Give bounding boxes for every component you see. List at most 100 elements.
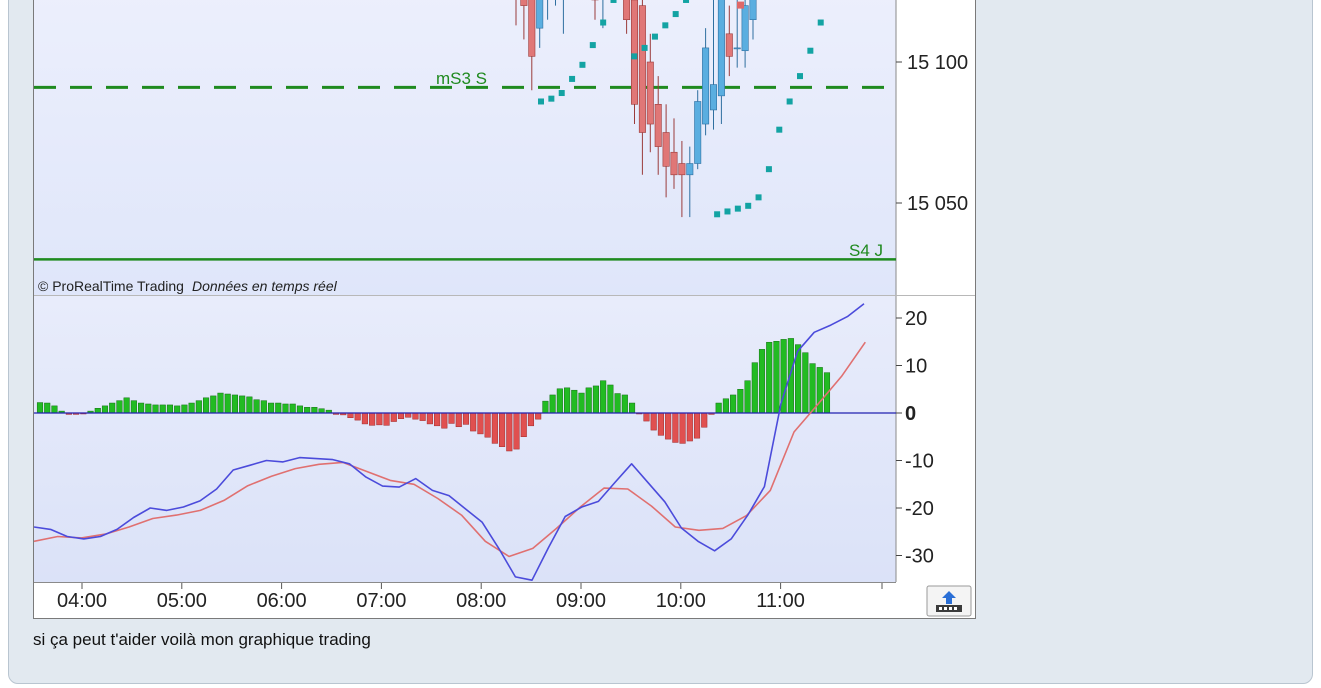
time-tick-label: 08:00 — [456, 590, 506, 612]
candle-body — [536, 0, 544, 29]
candle-body — [725, 33, 733, 57]
macd-histogram-bar — [405, 412, 412, 418]
sar-point — [755, 194, 762, 201]
macd-histogram-bar — [51, 405, 58, 414]
macd-histogram-bar — [506, 412, 513, 452]
sar-point — [776, 126, 783, 133]
price-marker — [737, 1, 744, 9]
candle-body — [528, 0, 536, 57]
macd-histogram-bar — [116, 400, 123, 414]
macd-histogram-bar — [94, 408, 101, 414]
sar-point — [807, 47, 814, 54]
time-tick-label: 10:00 — [656, 590, 706, 612]
candle-body — [702, 47, 710, 125]
macd-histogram-bar — [499, 412, 506, 447]
candle-body — [694, 101, 702, 164]
macd-histogram-bar — [751, 362, 758, 414]
macd-histogram-bar — [766, 341, 773, 414]
candle-body — [623, 0, 631, 20]
macd-histogram-bar — [628, 402, 636, 414]
macd-histogram-bar — [614, 393, 621, 414]
macd-tick-label: -30 — [905, 546, 934, 568]
macd-histogram-bar — [701, 412, 708, 428]
macd-histogram-bar — [347, 412, 354, 418]
macd-histogram-bar — [535, 412, 542, 420]
macd-histogram-bar — [585, 387, 592, 414]
macd-histogram-bar — [138, 402, 145, 414]
macd-histogram-bar — [491, 412, 498, 444]
macd-histogram-bar — [462, 412, 470, 425]
candle-body — [717, 0, 725, 97]
macd-histogram-bar — [816, 367, 823, 414]
macd-histogram-bar — [679, 412, 686, 444]
macd-histogram-bar — [650, 412, 657, 431]
macd-histogram-bar — [174, 405, 181, 414]
macd-histogram-bar — [130, 400, 137, 414]
macd-histogram-bar — [246, 396, 253, 414]
sar-point — [786, 98, 793, 105]
sar-point — [683, 0, 690, 3]
macd-histogram-bar — [621, 394, 628, 414]
time-tick-label: 07:00 — [356, 590, 406, 612]
post-container: 15 100 15 050 20 10 0 -10 -20 -30 04:00 05:00 06:0… — [8, 0, 1313, 684]
sar-point — [672, 11, 679, 18]
macd-histogram-bar — [802, 352, 809, 414]
macd-histogram-bar — [773, 341, 780, 414]
sar-point — [651, 33, 658, 40]
macd-histogram-bar — [665, 412, 672, 440]
macd-histogram-bar — [166, 404, 174, 414]
macd-histogram-bar — [527, 412, 535, 427]
macd-histogram-bar — [564, 387, 571, 414]
macd-histogram-bar — [152, 404, 159, 414]
macd-tick-label: -10 — [905, 451, 934, 473]
candle-body — [686, 163, 694, 176]
macd-histogram-bar — [571, 389, 578, 414]
macd-histogram-bar — [441, 412, 448, 429]
sar-point — [589, 42, 596, 49]
time-tick-label: 11:00 — [756, 590, 805, 612]
macd-panel[interactable] — [34, 296, 896, 582]
sar-point — [734, 205, 741, 212]
macd-histogram-bar — [304, 407, 311, 414]
macd-histogram-bar — [693, 412, 701, 439]
macd-histogram-bar — [145, 403, 152, 414]
macd-histogram-bar — [787, 338, 794, 414]
macd-histogram-bar — [239, 395, 246, 414]
macd-histogram-bar — [195, 400, 202, 414]
macd-histogram-bar — [513, 412, 520, 450]
macd-histogram-bar — [354, 412, 361, 421]
macd-histogram-bar — [412, 412, 419, 420]
macd-histogram-bar — [267, 402, 275, 414]
macd-histogram-bar — [109, 402, 116, 414]
candle-body — [749, 0, 757, 20]
macd-histogram-bar — [101, 405, 109, 414]
credit-realtime: Données en temps réel — [192, 278, 338, 294]
macd-tick-label: 0 — [905, 403, 916, 425]
sar-point — [548, 95, 555, 102]
candle-body — [678, 163, 686, 176]
sar-point — [745, 202, 752, 209]
macd-histogram-bar — [426, 412, 433, 425]
sar-point — [610, 0, 617, 3]
price-panel[interactable] — [34, 0, 896, 295]
export-button[interactable] — [926, 585, 972, 617]
macd-histogram-bar — [686, 412, 693, 442]
macd-histogram-bar — [123, 397, 130, 414]
sar-point — [662, 22, 669, 29]
candle-body — [520, 0, 528, 6]
macd-histogram-bar — [376, 412, 383, 426]
macd-histogram-bar — [296, 405, 303, 414]
macd-histogram-bar — [600, 380, 607, 414]
level-label-s4: S4 J — [849, 241, 883, 260]
macd-histogram-bar — [383, 412, 390, 426]
macd-histogram-bar — [253, 399, 260, 414]
macd-histogram-bar — [210, 395, 217, 414]
macd-histogram-bar — [217, 392, 224, 414]
macd-histogram-bar — [390, 412, 397, 422]
macd-histogram-bar — [231, 394, 238, 414]
macd-histogram-bar — [203, 397, 210, 414]
sar-point — [714, 211, 721, 218]
price-tick-label: 15 100 — [907, 52, 968, 74]
sar-point — [641, 44, 648, 51]
trading-chart: 15 100 15 050 20 10 0 -10 -20 -30 04:00 05:00 06:0… — [33, 0, 976, 619]
